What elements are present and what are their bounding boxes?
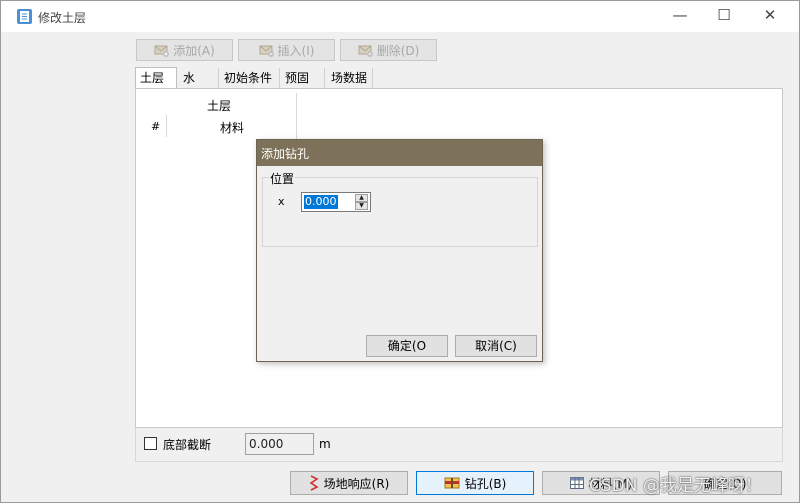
site-response-button[interactable]: 场地响应(R)	[290, 471, 408, 495]
borehole-button[interactable]: 钻孔(B)	[416, 471, 534, 495]
insert-label: 插入(I)	[277, 43, 315, 58]
x-position-value: 0.000	[304, 195, 338, 209]
bottom-truncation-checkbox[interactable]	[144, 437, 157, 450]
depth-input[interactable]: 0.000	[245, 433, 314, 455]
add-envelope-icon	[154, 45, 170, 57]
maximize-button[interactable]: ☐	[701, 1, 747, 32]
x-label: x	[278, 195, 285, 208]
dialog-title: 添加钻孔	[261, 147, 310, 161]
delete-button[interactable]: 删除(D)	[340, 39, 437, 61]
bottom-truncation-label: 底部截断	[163, 438, 212, 452]
x-position-input[interactable]: 0.000 ▲ ▼	[301, 192, 371, 212]
insert-button[interactable]: 插入(I)	[238, 39, 335, 61]
spin-down-icon[interactable]: ▼	[355, 202, 368, 210]
borehole-icon	[444, 477, 460, 489]
dialog-ok-button[interactable]: 确定(O	[366, 335, 448, 357]
tab-soil-layers[interactable]: 土层	[135, 67, 177, 89]
column-material-header: 材料	[220, 121, 245, 135]
position-group-label: 位置	[269, 170, 296, 187]
column-divider	[296, 93, 297, 139]
left-panel	[9, 32, 135, 464]
title-bar: 修改土层 — ☐ ✕	[1, 1, 799, 32]
table-icon	[569, 477, 584, 489]
watermark: CSDN @我是无峰呀！	[589, 476, 762, 496]
site-response-label: 场地响应(R)	[323, 476, 390, 491]
position-group	[262, 177, 538, 247]
column-index-header: #	[151, 120, 161, 133]
close-button[interactable]: ✕	[747, 1, 793, 32]
add-borehole-dialog: 添加钻孔 位置 x 0.000 ▲ ▼ 确定(O 取消(C)	[256, 139, 543, 362]
borehole-label: 钻孔(B)	[464, 476, 507, 491]
tab-field-data[interactable]: 场数据	[327, 68, 373, 89]
add-button[interactable]: 添加(A)	[136, 39, 233, 61]
header-group-soil: 土层	[207, 99, 232, 113]
tab-initial-conditions[interactable]: 初始条件	[220, 68, 280, 89]
dialog-cancel-button[interactable]: 取消(C)	[455, 335, 537, 357]
document-app-icon	[16, 8, 33, 25]
zigzag-icon	[309, 475, 319, 491]
spin-up-icon[interactable]: ▲	[355, 194, 368, 202]
minimize-button[interactable]: —	[657, 1, 703, 32]
depth-unit-label: m	[319, 437, 331, 451]
dialog-title-bar[interactable]: 添加钻孔	[257, 140, 542, 166]
delete-label: 删除(D)	[376, 43, 420, 58]
grid-header: 土层 # 材料	[138, 93, 298, 139]
window-title: 修改土层	[38, 11, 87, 25]
bottom-options-panel	[135, 428, 783, 462]
column-divider	[166, 115, 167, 137]
insert-envelope-icon	[259, 45, 274, 57]
x-spinner[interactable]: ▲ ▼	[355, 194, 369, 210]
tab-preconsolidation[interactable]: 预固结	[281, 68, 325, 105]
tab-water[interactable]: 水	[179, 68, 219, 89]
delete-envelope-icon	[358, 45, 373, 57]
add-label: 添加(A)	[173, 43, 215, 58]
